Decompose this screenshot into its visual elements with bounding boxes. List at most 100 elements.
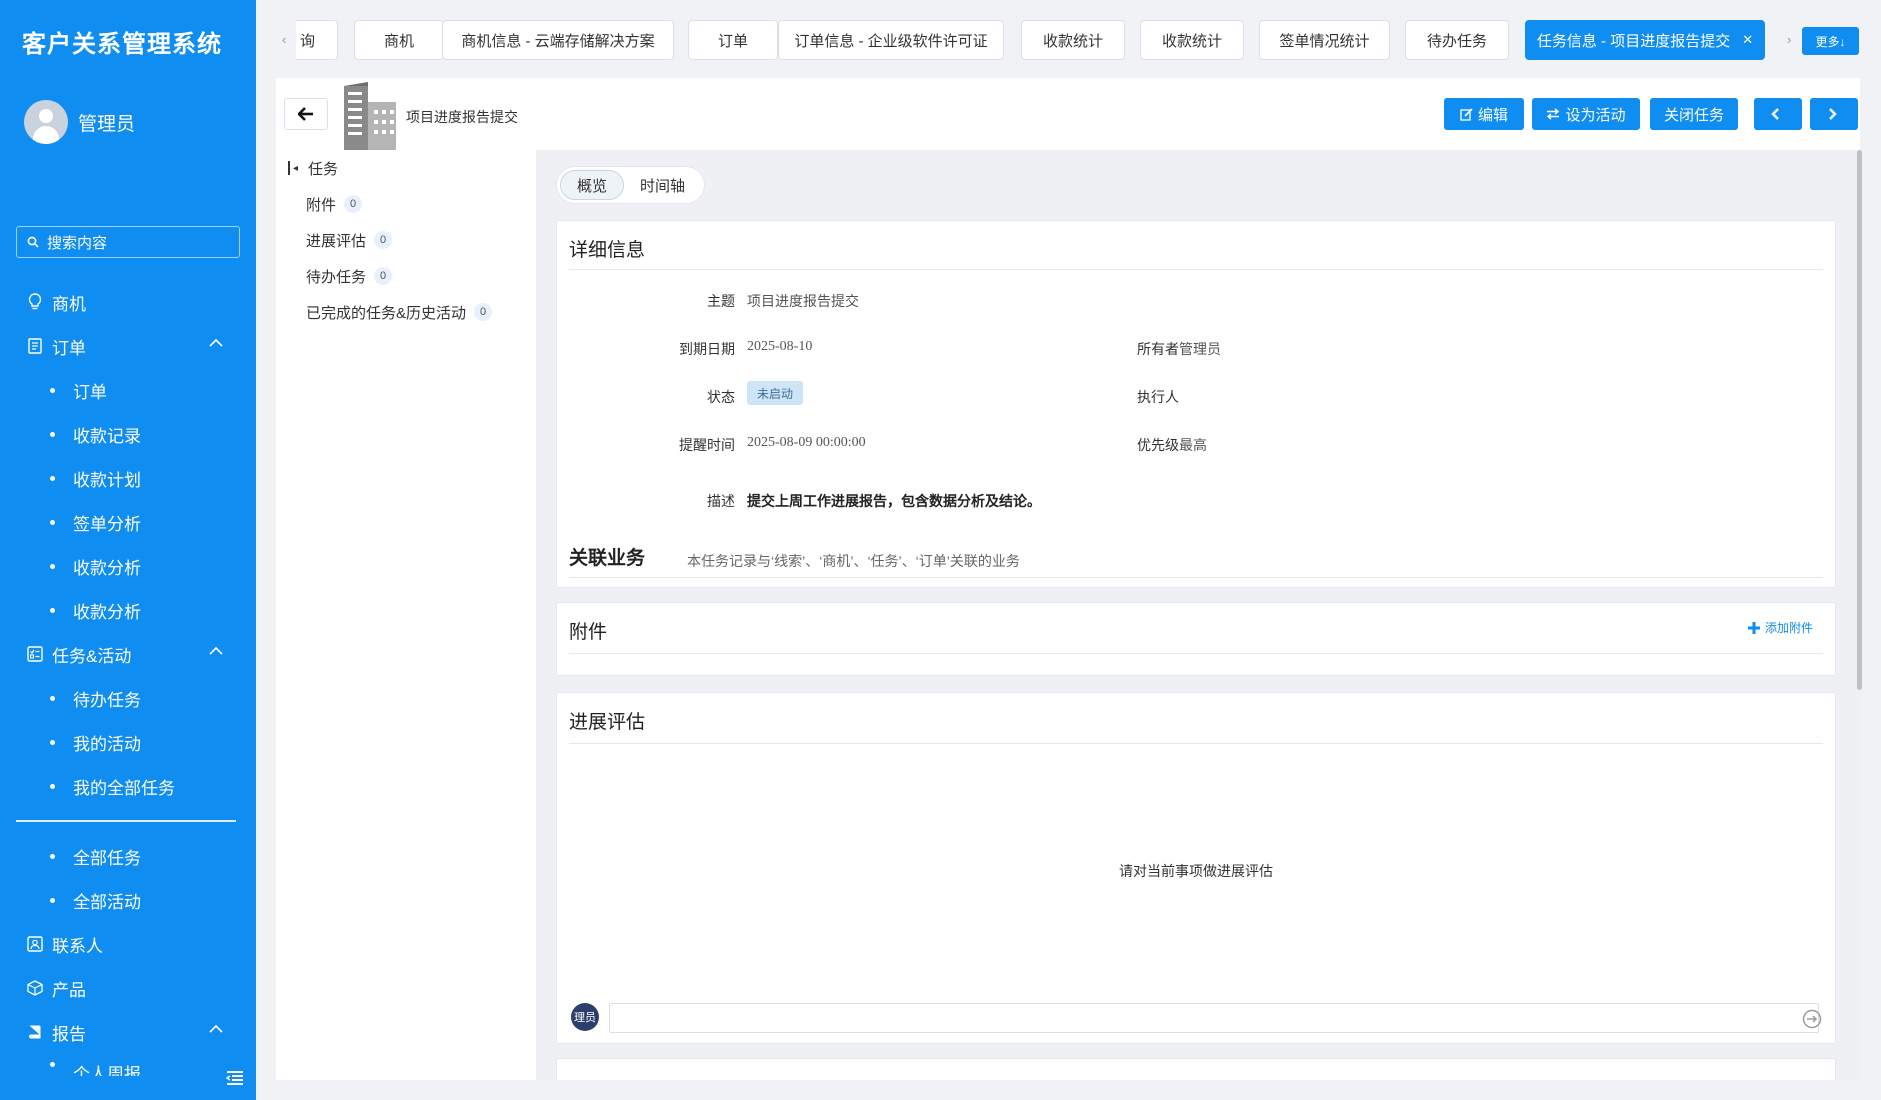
tab-order-info[interactable]: 订单信息 - 企业级软件许可证 bbox=[778, 20, 1004, 60]
sidebar-subitem-payment-analysis-2[interactable]: 收款分析 bbox=[0, 588, 256, 632]
prev-record-button[interactable] bbox=[1754, 98, 1802, 130]
chevron-up-icon[interactable] bbox=[208, 338, 224, 348]
subject-label: 主题 bbox=[707, 293, 735, 309]
user-profile[interactable]: 管理员 bbox=[24, 100, 135, 144]
contact-card-icon bbox=[26, 935, 44, 953]
bullet-icon bbox=[50, 783, 55, 789]
scrollbar[interactable] bbox=[1857, 150, 1862, 690]
sidebar-subitem-payment-records[interactable]: 收款记录 bbox=[0, 412, 256, 456]
chevron-right-icon bbox=[1828, 108, 1837, 120]
more-tabs-button[interactable]: 更多↓ bbox=[1802, 27, 1859, 55]
edit-button[interactable]: 编辑 bbox=[1444, 98, 1524, 130]
tab-opportunity-info[interactable]: 商机信息 - 云端存储解决方案 bbox=[442, 20, 674, 60]
sidebar-subitem-all-activities[interactable]: 全部活动 bbox=[0, 878, 256, 922]
divider bbox=[569, 653, 1823, 654]
sidebar-item-reports[interactable]: 报告 bbox=[0, 1010, 256, 1054]
tab-timeline[interactable]: 时间轴 bbox=[624, 170, 701, 200]
section-nav-evaluation[interactable]: 进展评估 0 bbox=[276, 222, 536, 258]
add-attachment-button[interactable]: 添加附件 bbox=[1747, 619, 1813, 636]
back-button[interactable] bbox=[284, 98, 328, 130]
user-name: 管理员 bbox=[78, 113, 136, 135]
close-tab-icon[interactable]: ✕ bbox=[1742, 32, 1753, 48]
sidebar-subitem-my-all-tasks[interactable]: 我的全部任务 bbox=[0, 764, 256, 808]
status-label: 状态 bbox=[707, 389, 735, 405]
chevron-up-icon[interactable] bbox=[208, 646, 224, 656]
section-nav-todo[interactable]: 待办任务 0 bbox=[276, 258, 536, 294]
sidebar-subitem-my-activities[interactable]: 我的活动 bbox=[0, 720, 256, 764]
count-badge: 0 bbox=[474, 303, 493, 321]
divider bbox=[569, 743, 1823, 744]
sidebar-item-products[interactable]: 产品 bbox=[0, 966, 256, 1010]
owner-value: 管理员 bbox=[1179, 343, 1221, 358]
sidebar-item-contacts[interactable]: 联系人 bbox=[0, 922, 256, 966]
tab-payment-stats[interactable]: 收款统计 bbox=[1021, 20, 1125, 60]
add-attachment-label: 添加附件 bbox=[1764, 621, 1813, 635]
sidebar-item-opportunity[interactable]: 商机 bbox=[0, 280, 256, 324]
close-task-button[interactable]: 关闭任务 bbox=[1650, 98, 1738, 130]
sidebar-subitem-signing-analysis[interactable]: 签单分析 bbox=[0, 500, 256, 544]
sidebar-subitem-label: 收款计划 bbox=[73, 470, 141, 490]
tab-overview[interactable]: 概览 bbox=[560, 170, 625, 200]
sidebar-item-tasks-activities[interactable]: 任务&活动 bbox=[0, 632, 256, 676]
plus-icon bbox=[1747, 621, 1760, 634]
lightbulb-icon bbox=[26, 293, 44, 311]
tab-label: 商机信息 - 云端存储解决方案 bbox=[461, 32, 655, 50]
task-list-icon bbox=[26, 645, 44, 663]
executor-label: 执行人 bbox=[1137, 389, 1179, 405]
sidebar-subitem-payment-analysis[interactable]: 收款分析 bbox=[0, 544, 256, 588]
next-record-button[interactable] bbox=[1810, 98, 1858, 130]
tab-label: 订单信息 - 企业级软件许可证 bbox=[794, 32, 988, 50]
sidebar-item-label: 报告 bbox=[52, 1024, 86, 1044]
bullet-icon bbox=[50, 519, 55, 525]
bullet-icon bbox=[50, 431, 55, 437]
chevron-up-icon[interactable] bbox=[208, 1024, 224, 1034]
sidebar-subitem-orders[interactable]: 订单 bbox=[0, 368, 256, 412]
sidebar-item-label: 订单 bbox=[52, 338, 86, 358]
tab-opportunity[interactable]: 商机 bbox=[354, 20, 444, 60]
section-nav-attachments[interactable]: 附件 0 bbox=[276, 186, 536, 222]
count-badge: 0 bbox=[374, 231, 393, 249]
sidebar-subitem-label: 我的全部任务 bbox=[73, 778, 175, 798]
bullet-icon bbox=[50, 563, 55, 569]
tab-signing-stats[interactable]: 签单情况统计 bbox=[1259, 20, 1390, 60]
sidebar-subitem-label: 收款分析 bbox=[73, 602, 141, 622]
tab-orders[interactable]: 订单 bbox=[688, 20, 778, 60]
sidebar-subitem-all-tasks[interactable]: 全部任务 bbox=[0, 834, 256, 878]
section-nav-history[interactable]: 已完成的任务&历史活动 0 bbox=[276, 294, 536, 330]
section-nav-label: 进展评估 bbox=[306, 232, 367, 250]
sidebar-subitem-weekly-report[interactable]: 个人周报 bbox=[0, 1054, 256, 1076]
collapse-menu-icon[interactable] bbox=[226, 1070, 244, 1086]
sidebar-item-orders[interactable]: 订单 bbox=[0, 324, 256, 368]
active-indicator bbox=[288, 161, 290, 175]
bullet-icon bbox=[50, 853, 55, 859]
sidebar-subitem-label: 待办任务 bbox=[73, 690, 141, 710]
sidebar-subitem-payment-plan[interactable]: 收款计划 bbox=[0, 456, 256, 500]
sidebar-subitem-todo-tasks[interactable]: 待办任务 bbox=[0, 676, 256, 720]
section-nav-task[interactable]: ◂ 任务 bbox=[276, 150, 536, 186]
subject-value: 项目进度报告提交 bbox=[747, 295, 859, 310]
edit-label: 编辑 bbox=[1477, 106, 1508, 124]
tab-payment-stats-2[interactable]: 收款统计 bbox=[1140, 20, 1244, 60]
sidebar-item-label: 商机 bbox=[52, 294, 86, 314]
document-icon bbox=[26, 337, 44, 355]
sidebar-subitem-label: 个人周报 bbox=[73, 1065, 141, 1076]
sidebar-subitem-label: 全部任务 bbox=[73, 848, 141, 868]
tab-scroll-left-icon[interactable]: ‹ bbox=[282, 32, 286, 47]
tab-task-info[interactable]: 任务信息 - 项目进度报告提交 ✕ bbox=[1525, 20, 1765, 60]
sidebar-item-label: 联系人 bbox=[52, 936, 103, 956]
sidebar-search-input[interactable]: 搜索内容 bbox=[16, 226, 240, 258]
swap-icon bbox=[1547, 108, 1560, 120]
tab-todo-tasks[interactable]: 待办任务 bbox=[1405, 20, 1509, 60]
tab-scroll-right-icon[interactable]: › bbox=[1787, 32, 1791, 47]
send-icon[interactable] bbox=[1802, 1009, 1822, 1029]
set-active-button[interactable]: 设为活动 bbox=[1532, 98, 1640, 130]
tab-label: 收款统计 bbox=[1161, 32, 1222, 50]
search-placeholder: 搜索内容 bbox=[47, 234, 108, 252]
count-badge: 0 bbox=[344, 195, 363, 213]
section-nav-label: 任务 bbox=[308, 160, 339, 178]
section-nav-label: 已完成的任务&历史活动 bbox=[306, 304, 467, 322]
tab-inquiry[interactable]: 询 bbox=[296, 20, 338, 60]
evaluation-input[interactable] bbox=[609, 1003, 1819, 1033]
reminder-value: 2025-08-09 00:00:00 bbox=[747, 435, 866, 450]
priority-value: 最高 bbox=[1179, 439, 1207, 454]
